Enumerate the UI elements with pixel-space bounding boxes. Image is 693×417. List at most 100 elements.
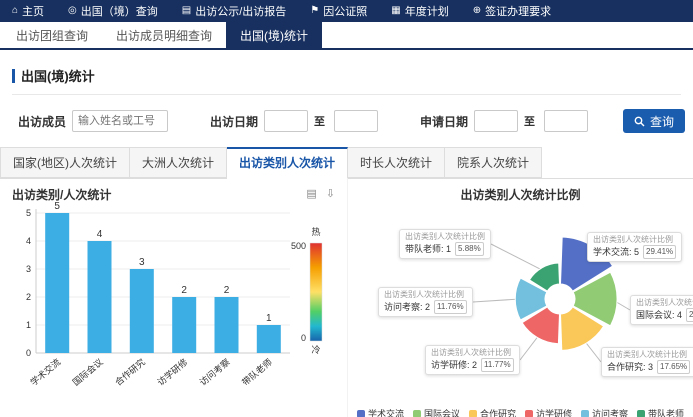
nav-item-0[interactable]: ⌂ 主页 bbox=[12, 3, 44, 19]
nav-item-5[interactable]: ⊕ 签证办理要求 bbox=[473, 3, 551, 19]
nav-item-3[interactable]: ⚑因公证照 bbox=[310, 3, 367, 19]
nav-item-2[interactable]: ▤出访公示/出访报告 bbox=[182, 3, 287, 19]
legend-item-3[interactable]: 访学研修 bbox=[525, 407, 572, 417]
accent-bar bbox=[12, 69, 15, 83]
tooltip-label: 合作研究: 3 bbox=[607, 361, 653, 373]
tooltip-value-line: 带队老师: 1 5.88% bbox=[405, 242, 485, 256]
legend-item-2[interactable]: 合作研究 bbox=[469, 407, 516, 417]
subnav: 出访团组查询出访成员明细查询出国(境)统计 bbox=[0, 22, 693, 50]
charts-area: 出访类别/人次统计 ▤ ⇩ 0123455学术交流4国际会议3合作研究2访学研修… bbox=[0, 179, 693, 417]
tooltip-series-name: 出访类别人次统计比例 bbox=[636, 298, 693, 308]
svg-text:带队老师: 带队老师 bbox=[239, 356, 274, 388]
tooltip-percent: 23.53% bbox=[686, 308, 693, 322]
filter-row: 出访成员 出访日期 至 申请日期 至 查询 bbox=[0, 109, 693, 133]
member-input[interactable] bbox=[72, 110, 168, 132]
svg-text:2: 2 bbox=[181, 285, 187, 296]
visit-date-end-input[interactable] bbox=[334, 110, 378, 132]
legend-item-5[interactable]: 带队老师 bbox=[637, 407, 684, 417]
tooltip-label: 学术交流: 5 bbox=[593, 246, 639, 258]
tooltip-percent: 11.76% bbox=[434, 300, 467, 314]
nav-item-label: 出国（境）查询 bbox=[81, 3, 158, 19]
legend-swatch bbox=[413, 410, 421, 417]
nav-item-4[interactable]: ▦年度计划 bbox=[391, 3, 448, 19]
visit-date-label: 出访日期 bbox=[210, 113, 258, 130]
legend-label: 带队老师 bbox=[648, 407, 684, 417]
tooltip-series-name: 出访类别人次统计比例 bbox=[607, 350, 690, 360]
bar-chart-title: 出访类别/人次统计 bbox=[12, 186, 111, 203]
svg-text:4: 4 bbox=[26, 236, 31, 246]
stat-tab-1[interactable]: 大洲人次统计 bbox=[130, 147, 227, 178]
svg-text:访学研修: 访学研修 bbox=[155, 356, 190, 388]
pie-tooltip-3: 出访类别人次统计比例访学研修: 2 11.77% bbox=[425, 345, 520, 375]
legend-item-4[interactable]: 访问考察 bbox=[581, 407, 628, 417]
report-icon: ▤ bbox=[182, 6, 191, 16]
svg-text:合作研究: 合作研究 bbox=[112, 356, 147, 388]
pie-legend: 学术交流 国际会议 合作研究 访学研修访问考察 带队老师 bbox=[348, 407, 693, 417]
nav-item-label: 签证办理要求 bbox=[485, 3, 551, 19]
svg-text:冷: 冷 bbox=[311, 344, 320, 355]
legend-label: 合作研究 bbox=[480, 407, 516, 417]
tooltip-percent: 11.77% bbox=[481, 358, 514, 372]
flag-icon: ⚑ bbox=[310, 6, 319, 16]
pie-tooltip-4: 出访类别人次统计比例访问考察: 2 11.76% bbox=[378, 287, 473, 317]
tooltip-label: 带队老师: 1 bbox=[405, 243, 451, 255]
pie-tooltip-5: 出访类别人次统计比例带队老师: 15.88% bbox=[399, 229, 491, 259]
tooltip-percent: 5.88% bbox=[455, 242, 484, 256]
member-label: 出访成员 bbox=[18, 113, 66, 130]
subnav-item-1[interactable]: 出访成员明细查询 bbox=[102, 22, 226, 48]
data-view-icon[interactable]: ▤ bbox=[306, 189, 316, 200]
apply-range-separator: 至 bbox=[524, 113, 535, 129]
svg-text:学术交流: 学术交流 bbox=[28, 356, 63, 388]
legend-swatch bbox=[469, 410, 477, 417]
legend-label: 学术交流 bbox=[368, 407, 404, 417]
search-button-label: 查询 bbox=[650, 113, 674, 130]
legend-swatch bbox=[581, 410, 589, 417]
bar-chart-header: 出访类别/人次统计 ▤ ⇩ bbox=[0, 179, 347, 201]
apply-date-start-input[interactable] bbox=[474, 110, 518, 132]
stat-tab-2[interactable]: 出访类别人次统计 bbox=[227, 147, 348, 179]
stat-tab-4[interactable]: 院系人次统计 bbox=[445, 147, 542, 178]
tooltip-label: 访学研修: 2 bbox=[431, 359, 477, 371]
legend-label: 访学研修 bbox=[536, 407, 572, 417]
search-button[interactable]: 查询 bbox=[623, 109, 685, 133]
bar-chart: 0123455学术交流4国际会议3合作研究2访学研修2访问考察1带队老师 热50… bbox=[0, 201, 347, 401]
nav-item-1[interactable]: ◎ 出国（境）查询 bbox=[68, 3, 158, 19]
download-icon[interactable]: ⇩ bbox=[326, 189, 335, 200]
svg-text:访问考察: 访问考察 bbox=[197, 356, 232, 388]
bar-chart-panel: 出访类别/人次统计 ▤ ⇩ 0123455学术交流4国际会议3合作研究2访学研修… bbox=[0, 179, 347, 417]
tooltip-series-name: 出访类别人次统计比例 bbox=[431, 348, 514, 358]
stat-tabs: 国家(地区)人次统计大洲人次统计出访类别人次统计时长人次统计院系人次统计 bbox=[0, 147, 693, 179]
legend-item-1[interactable]: 国际会议 bbox=[413, 407, 460, 417]
svg-text:1: 1 bbox=[26, 320, 31, 330]
home-icon: ⌂ bbox=[12, 6, 18, 16]
legend-item-0[interactable]: 学术交流 bbox=[357, 407, 404, 417]
legend-label: 国际会议 bbox=[424, 407, 460, 417]
pie-tooltip-2: 出访类别人次统计比例合作研究: 3 17.65% bbox=[601, 347, 693, 377]
subnav-item-2[interactable]: 出国(境)统计 bbox=[226, 22, 322, 48]
stat-tab-0[interactable]: 国家(地区)人次统计 bbox=[0, 147, 130, 178]
subnav-item-0[interactable]: 出访团组查询 bbox=[2, 22, 102, 48]
svg-text:4: 4 bbox=[97, 229, 103, 240]
stat-tab-3[interactable]: 时长人次统计 bbox=[348, 147, 445, 178]
tooltip-percent: 17.65% bbox=[657, 360, 690, 374]
svg-text:热: 热 bbox=[311, 226, 320, 237]
svg-text:国际会议: 国际会议 bbox=[70, 356, 105, 388]
tooltip-value-line: 国际会议: 4 23.53% bbox=[636, 308, 693, 322]
tooltip-series-name: 出访类别人次统计比例 bbox=[384, 290, 467, 300]
legend-swatch bbox=[357, 410, 365, 417]
visit-date-start-input[interactable] bbox=[264, 110, 308, 132]
visa-icon: ⊕ bbox=[473, 6, 481, 16]
pie-chart-title: 出访类别人次统计比例 bbox=[348, 179, 693, 199]
tooltip-label: 国际会议: 4 bbox=[636, 309, 682, 321]
tooltip-value-line: 访学研修: 2 11.77% bbox=[431, 358, 514, 372]
page: ⌂ 主页 ◎ 出国（境）查询 ▤出访公示/出访报告 ⚑因公证照 ▦年度计划 ⊕ 签证办理要求 出… bbox=[0, 0, 693, 417]
tooltip-value-line: 合作研究: 3 17.65% bbox=[607, 360, 690, 374]
globe-icon: ◎ bbox=[68, 6, 77, 16]
nav-item-label: 主页 bbox=[22, 3, 44, 19]
tooltip-label: 访问考察: 2 bbox=[384, 301, 430, 313]
svg-text:0: 0 bbox=[26, 348, 31, 358]
legend-swatch bbox=[525, 410, 533, 417]
tooltip-value-line: 学术交流: 5 29.41% bbox=[593, 245, 676, 259]
apply-date-end-input[interactable] bbox=[544, 110, 588, 132]
tooltip-percent: 29.41% bbox=[643, 245, 676, 259]
